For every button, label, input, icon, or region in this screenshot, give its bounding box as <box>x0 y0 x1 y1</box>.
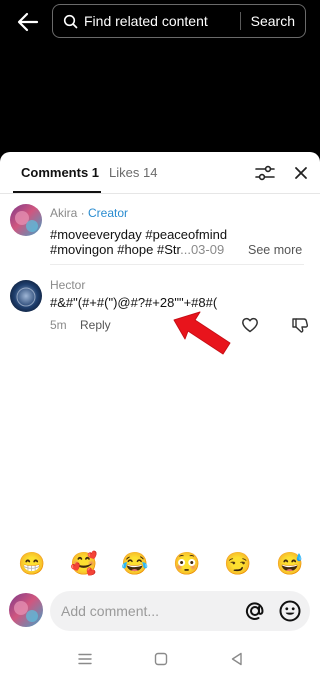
creator-badge: Creator <box>88 206 129 220</box>
comment-item: Akira · Creator #moveeveryday #peaceofmi… <box>0 202 320 262</box>
emoji-smiling-hearts[interactable]: 🥰 <box>69 549 99 579</box>
tab-comments[interactable]: Comments 1 <box>21 165 99 180</box>
search-placeholder: Find related content <box>84 13 208 29</box>
comment-text: #movingon #hope #Str <box>50 242 181 257</box>
annotation-arrow-icon <box>173 311 231 355</box>
like-button[interactable] <box>241 316 259 334</box>
emoji-smirk[interactable]: 😏 <box>223 549 253 579</box>
filter-sliders-icon <box>255 165 275 181</box>
emoji-sweat-smile[interactable]: 😅 <box>275 549 305 579</box>
smiley-icon <box>279 600 301 622</box>
dislike-button[interactable] <box>291 316 309 334</box>
thumbs-down-icon <box>292 318 309 333</box>
recent-apps-button[interactable] <box>77 651 93 667</box>
comment-text-line2: #movingon #hope #Str...03-09 <box>50 242 224 257</box>
system-back-button[interactable] <box>229 651 245 667</box>
see-more-link[interactable]: See more <box>248 243 302 257</box>
close-button[interactable] <box>292 164 310 182</box>
search-icon <box>62 13 78 29</box>
comment-time: 5m <box>50 318 67 332</box>
home-button[interactable] <box>153 651 169 667</box>
avatar[interactable] <box>10 204 42 236</box>
filter-button[interactable] <box>255 164 275 182</box>
top-bar: Find related content Search <box>0 0 320 48</box>
comment-author-line: Akira · Creator <box>50 206 128 220</box>
system-nav-bar <box>0 641 320 677</box>
heart-icon <box>242 317 258 333</box>
active-tab-indicator <box>13 191 101 193</box>
home-square-icon <box>154 652 168 666</box>
comment-author[interactable]: Akira <box>50 206 77 220</box>
emoji-quick-bar: 😁 🥰 😂 😳 😏 😅 <box>0 549 320 585</box>
close-icon <box>295 167 307 179</box>
tab-likes[interactable]: Likes 14 <box>109 165 157 180</box>
mention-button[interactable] <box>243 599 267 623</box>
comment-author[interactable]: Hector <box>50 278 85 292</box>
comment-divider <box>50 264 304 265</box>
at-sign-icon <box>245 602 264 620</box>
back-triangle-icon <box>231 652 242 666</box>
comment-text-line1: #moveeveryday #peaceofmind <box>50 227 228 242</box>
tab-bar: Comments 1 Likes 14 <box>0 152 320 194</box>
emoji-picker-button[interactable] <box>278 599 302 623</box>
menu-lines-icon <box>78 653 92 665</box>
comment-date: ...03-09 <box>180 242 225 257</box>
avatar[interactable] <box>10 280 42 312</box>
search-divider <box>239 12 241 30</box>
emoji-grinning[interactable]: 😁 <box>17 549 47 579</box>
emoji-tears-of-joy[interactable]: 😂 <box>120 549 150 579</box>
reply-button[interactable]: Reply <box>80 318 111 332</box>
back-arrow-icon <box>17 12 39 32</box>
back-button[interactable] <box>14 8 42 36</box>
search-button[interactable]: Search <box>251 13 295 29</box>
author-separator: · <box>77 206 89 220</box>
avatar <box>9 593 43 627</box>
comment-item: Hector #&#"(#+#(")@#?#+28""+#8#( 5m Repl… <box>0 274 320 334</box>
emoji-flushed[interactable]: 😳 <box>172 549 202 579</box>
comment-input-row <box>0 589 320 635</box>
comment-input[interactable] <box>50 591 310 631</box>
search-field[interactable]: Find related content Search <box>52 4 306 38</box>
